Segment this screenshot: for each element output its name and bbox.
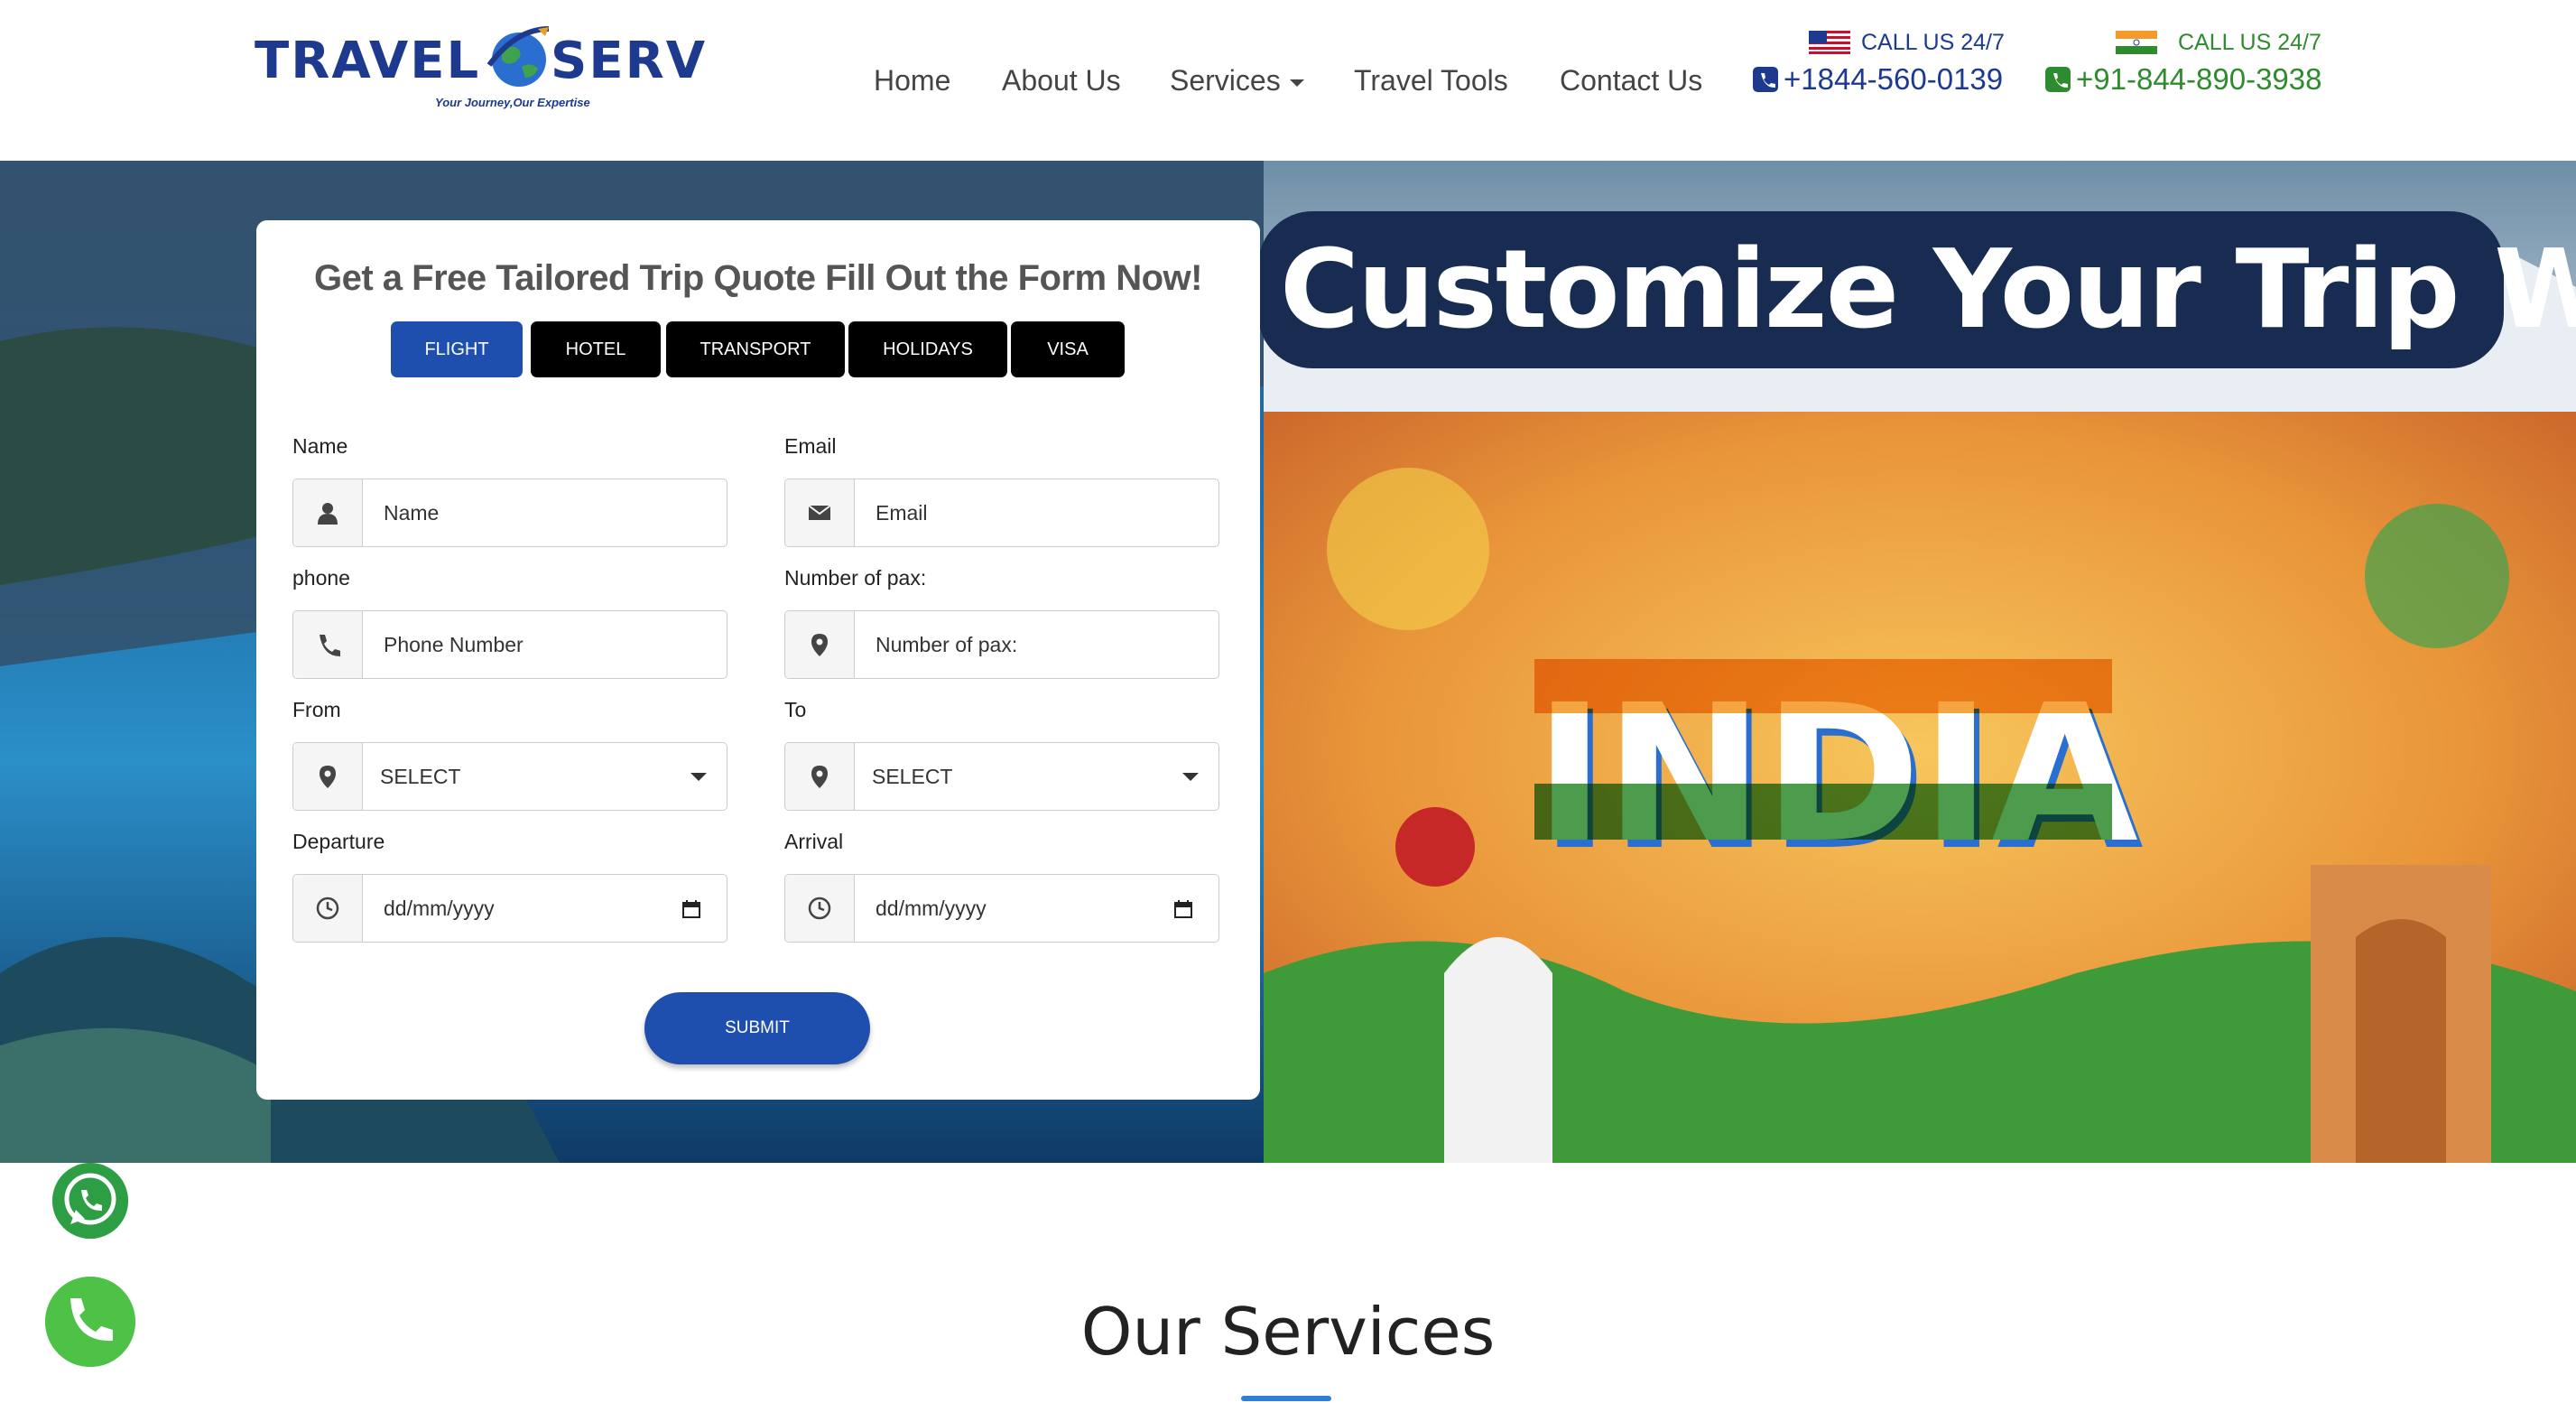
from-select[interactable]: SELECT <box>292 742 727 811</box>
submit-button[interactable]: SUBMIT <box>644 992 870 1064</box>
user-icon <box>318 503 338 525</box>
phone-field[interactable]: Phone Number <box>292 610 727 679</box>
trip-quote-form: Get a Free Tailored Trip Quote Fill Out … <box>256 220 1260 1100</box>
phone-number-us[interactable]: +1844-560-0139 <box>1784 61 2003 98</box>
us-flag-icon <box>1809 31 1850 54</box>
email-placeholder: Email <box>876 501 928 525</box>
services-heading-underline <box>1241 1396 1331 1401</box>
nav-home[interactable]: Home <box>874 58 950 103</box>
departure-addon <box>293 875 363 942</box>
clock-icon <box>316 897 339 920</box>
phone-icon <box>2045 67 2071 92</box>
logo-text-left: TRAVEL <box>255 32 481 90</box>
arrival-label: Arrival <box>784 830 844 853</box>
from-addon <box>293 743 363 810</box>
email-label: Email <box>784 434 837 458</box>
calendar-icon[interactable] <box>681 899 701 919</box>
chevron-down-icon <box>1289 79 1304 87</box>
to-label: To <box>784 698 807 721</box>
pax-addon <box>785 611 855 678</box>
nav-contact-us[interactable]: Contact Us <box>1560 58 1702 103</box>
nav-services-label: Services <box>1170 64 1281 97</box>
from-select-value: SELECT <box>380 765 461 788</box>
call-label-us: CALL US 24/7 <box>1861 30 2005 55</box>
phone-addon <box>293 611 363 678</box>
phone-number-india[interactable]: +91-844-890-3938 <box>2076 61 2321 98</box>
call-label-india: CALL US 24/7 <box>2178 30 2321 55</box>
phone-icon <box>320 635 340 656</box>
arrival-addon <box>785 875 855 942</box>
location-pin-icon <box>811 634 828 656</box>
location-pin-icon <box>320 766 336 788</box>
tab-flight[interactable]: FLIGHT <box>391 321 523 377</box>
departure-label: Departure <box>292 830 385 853</box>
tab-holidays[interactable]: HOLIDAYS <box>848 321 1007 377</box>
to-select[interactable]: SELECT <box>784 742 1219 811</box>
india-flag-icon <box>2116 31 2157 54</box>
logo-text-right: SERV <box>551 32 708 90</box>
to-addon <box>785 743 855 810</box>
globe-icon <box>486 26 550 87</box>
name-field[interactable]: Name <box>292 479 727 547</box>
arrival-date-input[interactable]: dd/mm/yyyy <box>784 874 1219 943</box>
calendar-icon[interactable] <box>1173 899 1193 919</box>
chevron-down-icon <box>1182 773 1199 781</box>
pax-label: Number of pax: <box>784 566 927 590</box>
tab-transport[interactable]: TRANSPORT <box>666 321 845 377</box>
name-placeholder: Name <box>384 501 440 525</box>
services-heading: Our Services <box>1080 1294 1496 1370</box>
name-label: Name <box>292 434 348 458</box>
clock-icon <box>808 897 831 920</box>
pax-placeholder: Number of pax: <box>876 633 1018 656</box>
tab-hotel[interactable]: HOTEL <box>531 321 661 377</box>
email-addon <box>785 479 855 546</box>
travelserv-logo[interactable]: TRAVEL SERV Your Journey,Our Expertise <box>255 16 724 116</box>
envelope-icon <box>808 505 831 520</box>
to-select-value: SELECT <box>872 765 953 788</box>
departure-date-value: dd/mm/yyyy <box>384 897 495 920</box>
form-title: Get a Free Tailored Trip Quote Fill Out … <box>314 258 1202 298</box>
logo-tagline: Your Journey,Our Expertise <box>435 96 590 109</box>
nav-about-us[interactable]: About Us <box>1002 58 1121 103</box>
from-label: From <box>292 698 341 721</box>
tab-visa[interactable]: VISA <box>1011 321 1125 377</box>
arrival-date-value: dd/mm/yyyy <box>876 897 987 920</box>
phone-label: phone <box>292 566 350 590</box>
hero-banner-title: Customize Your Trip With Us <box>1258 211 2576 368</box>
email-field[interactable]: Email <box>784 479 1219 547</box>
name-addon <box>293 479 363 546</box>
location-pin-icon <box>811 766 828 788</box>
chevron-down-icon <box>690 773 707 781</box>
departure-date-input[interactable]: dd/mm/yyyy <box>292 874 727 943</box>
hero-banner-title-text: Customize Your Trip With Us <box>1280 228 2576 353</box>
whatsapp-icon <box>52 1163 128 1239</box>
nav-services[interactable]: Services <box>1170 58 1304 103</box>
pax-field[interactable]: Number of pax: <box>784 610 1219 679</box>
phone-placeholder: Phone Number <box>384 633 524 656</box>
whatsapp-button[interactable] <box>52 1163 128 1239</box>
phone-icon <box>1753 67 1778 92</box>
nav-travel-tools[interactable]: Travel Tools <box>1354 58 1508 103</box>
site-header: TRAVEL SERV Your Journey,Our Expertise H… <box>0 0 2576 161</box>
